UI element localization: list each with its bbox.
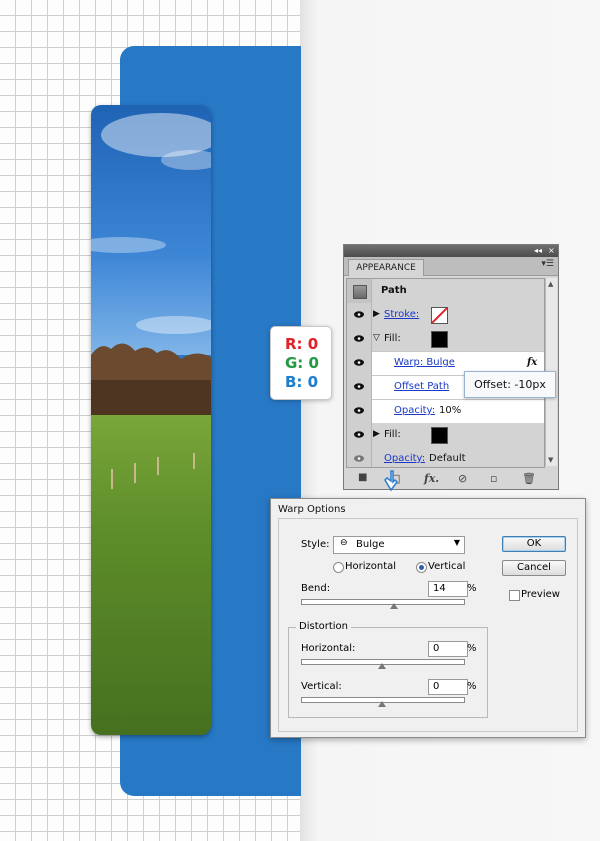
chevron-down-icon: ▼ (453, 538, 460, 547)
fx-icon[interactable]: fx (527, 357, 537, 368)
fill-label-2[interactable]: Fill: (384, 429, 401, 440)
cursor-pointer-icon (384, 470, 398, 492)
fill-row[interactable]: ▽ Fill: (347, 327, 544, 352)
vertical-distortion-thumb[interactable] (378, 701, 386, 707)
close-icon[interactable]: × (548, 245, 555, 257)
duplicate-item-icon[interactable]: ▫ (490, 472, 497, 485)
expand-arrow-icon[interactable]: ▶ (373, 309, 380, 319)
offset-tooltip: Offset: -10px (464, 371, 556, 398)
eye-icon[interactable] (354, 335, 364, 342)
horizontal-distortion-thumb[interactable] (378, 663, 386, 669)
fill-row-2[interactable]: ▶ Fill: (347, 423, 544, 448)
green-value: G: 0 (285, 354, 319, 372)
opacity-label-2[interactable]: Opacity: (384, 453, 425, 464)
object-row[interactable]: Path (347, 279, 544, 304)
panel-menu-icon[interactable]: ▾☰ (541, 259, 554, 269)
opacity-value: 10% (439, 405, 462, 416)
bend-input[interactable]: 14 (428, 581, 468, 597)
style-label: Style: (301, 539, 330, 550)
fill-label[interactable]: Fill: (384, 333, 401, 344)
object-label: Path (381, 285, 407, 296)
bend-percent: % (467, 583, 477, 594)
style-select[interactable]: ⊖ Bulge ▼ (333, 536, 465, 554)
opacity-row[interactable]: Opacity: 10% (347, 399, 544, 424)
bulge-style-icon: ⊖ (340, 538, 348, 548)
style-value: Bulge (356, 539, 385, 550)
distortion-label: Distortion (296, 621, 351, 632)
stroke-label[interactable]: Stroke: (384, 309, 419, 320)
fill-swatch[interactable] (431, 331, 448, 348)
ok-button[interactable]: OK (502, 536, 566, 552)
clear-appearance-icon[interactable]: ⊘ (458, 472, 467, 485)
eye-icon[interactable] (354, 455, 364, 462)
horizontal-distortion-input[interactable]: 0 (428, 641, 468, 657)
rgb-value-badge: R: 0 G: 0 B: 0 (270, 326, 332, 400)
dialog-title: Warp Options (278, 504, 346, 515)
warp-effect-label[interactable]: Warp: Bulge (394, 357, 455, 368)
panel-titlebar[interactable]: ◂◂ × (344, 245, 558, 257)
eye-icon[interactable] (354, 311, 364, 318)
eye-icon[interactable] (354, 407, 364, 414)
tab-appearance[interactable]: APPEARANCE (348, 259, 424, 276)
eye-icon[interactable] (354, 359, 364, 366)
vertical-distortion-percent: % (467, 681, 477, 692)
scroll-up-icon[interactable]: ▲ (548, 280, 553, 288)
opacity-value-2: Default (429, 453, 466, 464)
stroke-swatch-none[interactable] (431, 307, 448, 324)
cancel-button[interactable]: Cancel (502, 560, 566, 576)
add-stroke-icon[interactable]: ■ (358, 472, 367, 483)
bend-label: Bend: (301, 583, 331, 594)
trash-icon[interactable]: 🗑 (522, 472, 536, 485)
preview-checkbox[interactable] (509, 590, 520, 601)
bend-slider[interactable] (301, 599, 465, 605)
offset-path-label[interactable]: Offset Path (394, 381, 449, 392)
collapse-arrow-icon[interactable]: ▽ (373, 333, 380, 343)
vertical-label: Vertical (428, 561, 466, 572)
stroke-row[interactable]: ▶ Stroke: (347, 303, 544, 328)
bend-slider-thumb[interactable] (390, 603, 398, 609)
horizontal-distortion-label: Horizontal: (301, 643, 356, 654)
eye-icon[interactable] (354, 431, 364, 438)
landscape-photo (91, 105, 211, 735)
panel-tabbar: APPEARANCE ▾☰ (344, 257, 558, 276)
vertical-radio[interactable] (416, 562, 427, 573)
expand-arrow-icon[interactable]: ▶ (373, 429, 380, 439)
opacity-row-2[interactable]: Opacity: Default (347, 447, 544, 467)
collapse-icon[interactable]: ◂◂ (534, 245, 542, 257)
scroll-down-icon[interactable]: ▼ (548, 456, 553, 464)
fill-swatch-2[interactable] (431, 427, 448, 444)
horizontal-radio[interactable] (333, 562, 344, 573)
vertical-distortion-label: Vertical: (301, 681, 342, 692)
add-effect-icon[interactable]: fx. (424, 472, 439, 485)
appearance-panel: ◂◂ × APPEARANCE ▾☰ Path ▶ Stroke: ▽ Fill… (343, 244, 559, 490)
vertical-distortion-input[interactable]: 0 (428, 679, 468, 695)
blue-value: B: 0 (285, 373, 319, 391)
horizontal-label: Horizontal (345, 561, 397, 572)
path-thumbnail-icon (353, 285, 367, 299)
red-value: R: 0 (285, 335, 319, 353)
eye-icon[interactable] (354, 383, 364, 390)
panel-bottom-toolbar: ■ □ fx. ⊘ ▫ 🗑 (344, 469, 558, 489)
preview-label: Preview (521, 589, 560, 600)
horizontal-distortion-percent: % (467, 643, 477, 654)
opacity-label[interactable]: Opacity: (394, 405, 435, 416)
